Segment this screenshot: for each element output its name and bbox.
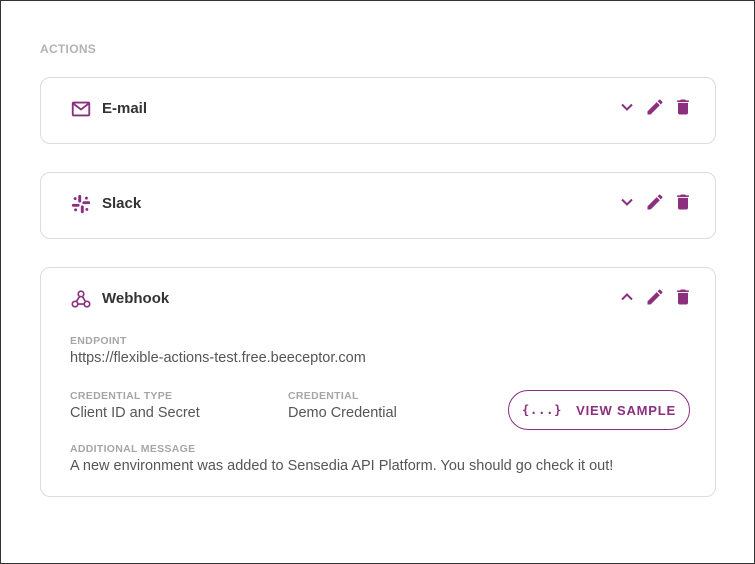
envelope-icon — [70, 98, 92, 120]
action-card-webhook: Webhook ENDPOINT https://flexible-action… — [40, 267, 716, 497]
view-sample-button[interactable]: {...} VIEW SAMPLE — [508, 390, 690, 430]
action-card-slack: Slack — [40, 172, 716, 239]
edit-icon[interactable] — [645, 191, 665, 213]
trash-icon[interactable] — [673, 191, 693, 213]
endpoint-label: ENDPOINT — [70, 335, 127, 347]
credential-type-label: CREDENTIAL TYPE — [70, 390, 173, 402]
card-actions — [617, 191, 693, 213]
credential-label: CREDENTIAL — [288, 390, 359, 402]
card-actions — [617, 96, 693, 118]
braces-icon: {...} — [522, 403, 563, 417]
card-title: E-mail — [102, 100, 148, 117]
additional-message-value: A new environment was added to Sensedia … — [70, 458, 614, 474]
credential-value: Demo Credential — [288, 405, 397, 421]
edit-icon[interactable] — [645, 286, 665, 308]
card-title: Webhook — [102, 290, 170, 307]
card-header[interactable]: Webhook — [41, 268, 715, 332]
actions-panel: ACTIONS E-mail Slack Webhook ENDPOINT ht… — [0, 0, 755, 564]
trash-icon[interactable] — [673, 96, 693, 118]
webhook-icon — [70, 288, 92, 310]
card-header[interactable]: E-mail — [41, 78, 715, 142]
section-title: ACTIONS — [40, 42, 97, 56]
credential-type-value: Client ID and Secret — [70, 405, 200, 421]
chevron-down-icon[interactable] — [617, 96, 637, 118]
endpoint-value: https://flexible-actions-test.free.beece… — [70, 350, 366, 366]
card-actions — [617, 286, 693, 308]
trash-icon[interactable] — [673, 286, 693, 308]
slack-icon — [70, 193, 92, 215]
view-sample-label: VIEW SAMPLE — [576, 402, 676, 418]
card-title: Slack — [102, 195, 142, 212]
chevron-down-icon[interactable] — [617, 191, 637, 213]
additional-message-label: ADDITIONAL MESSAGE — [70, 443, 196, 455]
chevron-up-icon[interactable] — [617, 286, 637, 308]
card-header[interactable]: Slack — [41, 173, 715, 237]
edit-icon[interactable] — [645, 96, 665, 118]
action-card-email: E-mail — [40, 77, 716, 144]
